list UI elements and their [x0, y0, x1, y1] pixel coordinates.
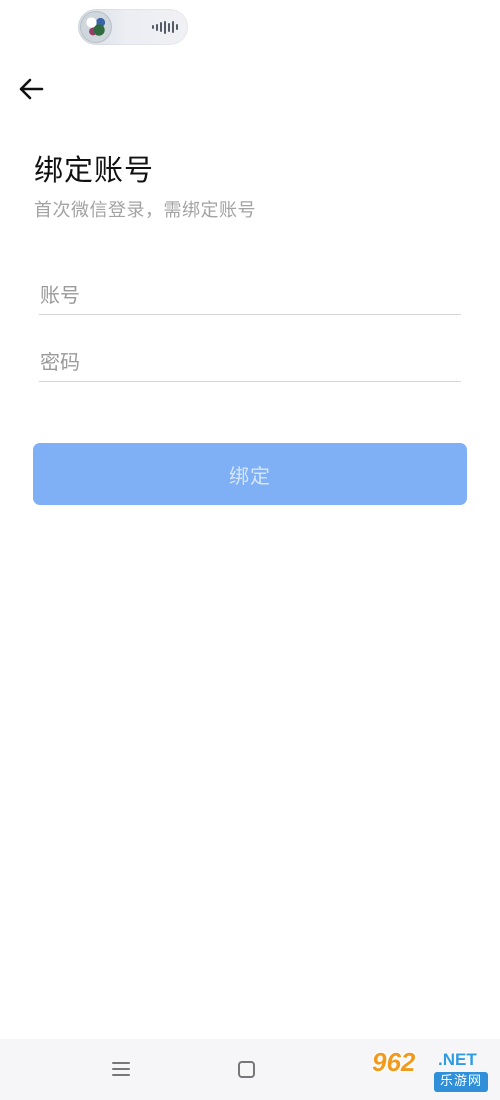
- password-field: [39, 342, 461, 382]
- arrow-left-icon: [19, 78, 44, 100]
- page-title: 绑定账号: [34, 153, 155, 187]
- account-input[interactable]: [39, 275, 461, 314]
- home-icon[interactable]: [238, 1061, 255, 1078]
- audio-status-pill[interactable]: [78, 9, 188, 45]
- watermark-site-name: 乐游网: [434, 1072, 488, 1092]
- menu-icon[interactable]: [112, 1060, 132, 1078]
- back-button[interactable]: [14, 72, 48, 106]
- audio-wave-icon: [152, 20, 178, 34]
- bind-button[interactable]: 绑定: [33, 443, 467, 505]
- page-subtitle: 首次微信登录，需绑定账号: [34, 200, 256, 221]
- watermark-digits: 962: [372, 1047, 416, 1077]
- site-watermark-logo: 962 .NET 乐游网: [360, 1044, 492, 1096]
- password-input[interactable]: [39, 342, 461, 381]
- album-art-thumbnail: [80, 11, 112, 43]
- watermark-domain: .NET: [438, 1050, 477, 1069]
- account-field: [39, 275, 461, 315]
